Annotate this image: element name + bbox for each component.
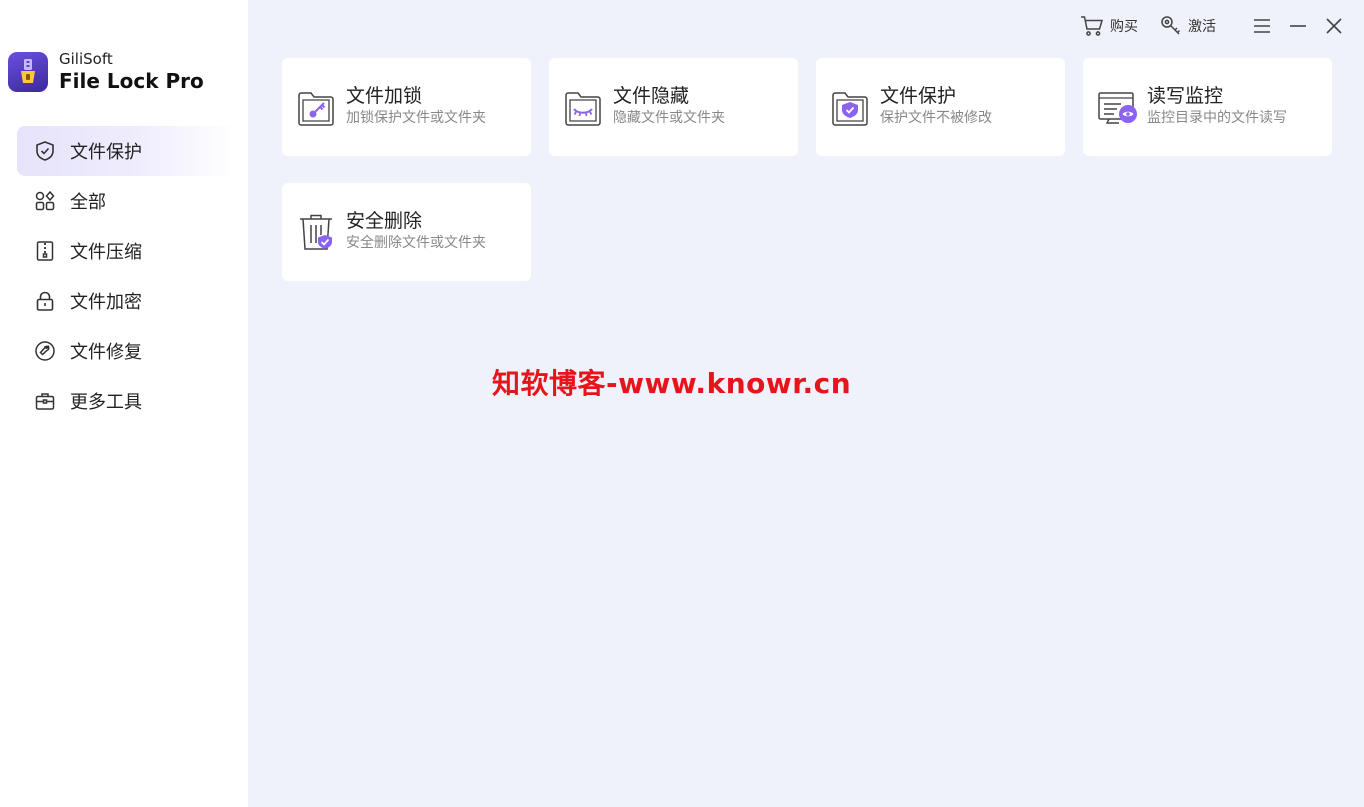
sidebar-item-file-compress[interactable]: 文件压缩 [17, 226, 237, 276]
card-desc: 加锁保护文件或文件夹 [346, 110, 486, 126]
card-title: 文件隐藏 [613, 85, 690, 107]
card-desc: 隐藏文件或文件夹 [613, 110, 725, 126]
file-hidden-icon [562, 85, 606, 129]
card-file-protect[interactable]: 文件保护 保护文件不被修改 [816, 58, 1065, 156]
file-shield-icon [829, 85, 873, 129]
minimize-button[interactable] [1286, 14, 1310, 38]
card-desc: 安全删除文件或文件夹 [346, 235, 486, 251]
sidebar-item-label: 文件加密 [70, 292, 142, 313]
sidebar-nav: 文件保护 全部 文件压缩 文件加密 文件修复 更多工具 [17, 126, 237, 426]
sidebar-item-file-repair[interactable]: 文件修复 [17, 326, 237, 376]
sidebar-item-label: 文件保护 [70, 142, 142, 163]
card-file-hide[interactable]: 文件隐藏 隐藏文件或文件夹 [549, 58, 798, 156]
app-logo-icon [8, 52, 48, 92]
card-title: 安全删除 [346, 210, 423, 232]
card-read-write-monitor[interactable]: 读写监控 监控目录中的文件读写 [1083, 58, 1332, 156]
repair-icon [34, 340, 56, 362]
card-desc: 保护文件不被修改 [880, 110, 992, 126]
lock-icon [34, 290, 56, 312]
menu-button[interactable] [1250, 14, 1274, 38]
sidebar-item-label: 文件压缩 [70, 242, 142, 263]
file-key-icon [295, 85, 339, 129]
trash-check-icon [295, 210, 339, 254]
sidebar-item-label: 全部 [70, 192, 106, 213]
grid-icon [34, 190, 56, 212]
sidebar-item-file-encrypt[interactable]: 文件加密 [17, 276, 237, 326]
card-secure-delete[interactable]: 安全删除 安全删除文件或文件夹 [282, 183, 531, 281]
sidebar-item-file-protection[interactable]: 文件保护 [17, 126, 237, 176]
monitor-eye-icon [1096, 85, 1140, 129]
sidebar: GiliSoft File Lock Pro 文件保护 全部 文件压缩 文件加密… [0, 0, 248, 807]
close-button[interactable] [1322, 14, 1346, 38]
buy-label: 购买 [1110, 19, 1138, 35]
card-title: 文件加锁 [346, 85, 423, 107]
brand-product: File Lock Pro [59, 69, 204, 93]
toolbox-icon [34, 390, 56, 412]
shield-icon [34, 140, 56, 162]
sidebar-item-label: 文件修复 [70, 342, 142, 363]
cart-icon [1081, 16, 1104, 36]
activate-button[interactable]: 激活 [1160, 15, 1216, 37]
card-desc: 监控目录中的文件读写 [1147, 110, 1287, 126]
card-title: 读写监控 [1147, 85, 1224, 107]
brand-company: GiliSoft [59, 50, 113, 68]
hamburger-icon [1254, 19, 1270, 33]
minimize-icon [1290, 25, 1306, 27]
sidebar-item-all[interactable]: 全部 [17, 176, 237, 226]
key-icon [1161, 16, 1181, 35]
brand: GiliSoft File Lock Pro [8, 50, 204, 94]
sidebar-item-more-tools[interactable]: 更多工具 [17, 376, 237, 426]
zip-file-icon [34, 240, 56, 262]
card-file-lock[interactable]: 文件加锁 加锁保护文件或文件夹 [282, 58, 531, 156]
activate-label: 激活 [1188, 19, 1216, 35]
watermark-text: 知软博客-www.knowr.cn [492, 367, 852, 400]
buy-button[interactable]: 购买 [1080, 15, 1138, 37]
card-title: 文件保护 [880, 85, 957, 107]
title-bar: 购买 激活 [1080, 12, 1346, 40]
sidebar-item-label: 更多工具 [70, 392, 142, 413]
close-icon [1326, 18, 1342, 34]
